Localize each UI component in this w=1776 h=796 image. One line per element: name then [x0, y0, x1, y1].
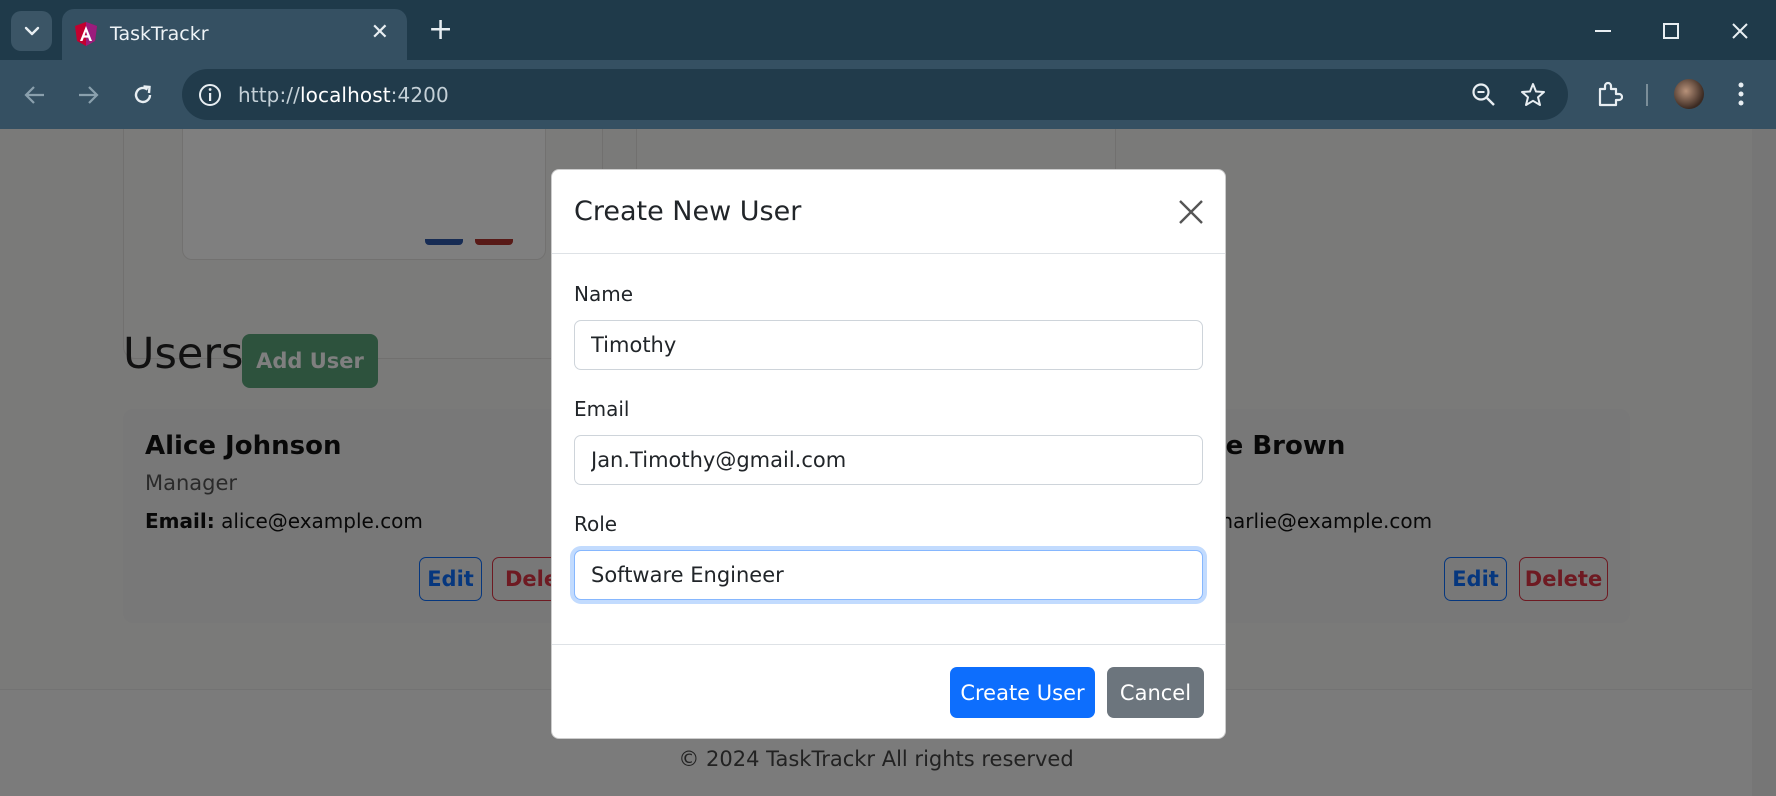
angular-favicon-icon	[75, 22, 97, 46]
back-icon[interactable]	[18, 78, 52, 112]
name-label: Name	[574, 282, 634, 306]
url-host: localhost	[299, 83, 391, 107]
browser-tab[interactable]: TaskTrackr ✕	[62, 9, 407, 60]
create-user-modal: Create New User Name Email Role Create U…	[551, 169, 1226, 739]
close-icon[interactable]	[1175, 196, 1207, 228]
reload-icon[interactable]	[126, 78, 160, 112]
role-label: Role	[574, 512, 618, 536]
extensions-icon[interactable]	[1592, 77, 1626, 111]
tab-search-button[interactable]	[11, 11, 52, 51]
forward-icon[interactable]	[71, 78, 105, 112]
close-window-icon[interactable]	[1720, 14, 1760, 48]
name-input[interactable]	[574, 320, 1203, 370]
email-label: Email	[574, 397, 630, 421]
url-scheme: http://	[238, 83, 300, 107]
browser-tabstrip: TaskTrackr ✕ +	[0, 0, 1776, 60]
modal-footer: Create User Cancel	[552, 644, 1225, 738]
site-info-icon[interactable]	[196, 81, 224, 109]
create-user-button[interactable]: Create User	[950, 667, 1095, 718]
toolbar-divider	[1646, 84, 1648, 106]
address-bar[interactable]: http://localhost:4200	[182, 69, 1568, 120]
close-tab-icon[interactable]: ✕	[371, 21, 389, 43]
browser-toolbar: http://localhost:4200	[0, 60, 1776, 129]
maximize-icon[interactable]	[1651, 14, 1691, 48]
profile-avatar[interactable]	[1674, 79, 1704, 109]
role-input[interactable]	[574, 550, 1203, 600]
url-port: :4200	[390, 83, 449, 107]
bookmark-star-icon[interactable]	[1519, 81, 1547, 109]
cancel-button[interactable]: Cancel	[1107, 667, 1204, 718]
chevron-down-icon	[24, 26, 39, 36]
tab-title: TaskTrackr	[110, 23, 209, 45]
email-input[interactable]	[574, 435, 1203, 485]
minimize-icon[interactable]	[1583, 14, 1623, 48]
url-text[interactable]: http://localhost:4200	[238, 83, 449, 107]
modal-header: Create New User	[552, 170, 1225, 254]
new-tab-icon[interactable]: +	[428, 15, 453, 45]
zoom-icon[interactable]	[1470, 81, 1498, 109]
modal-title: Create New User	[574, 196, 802, 227]
menu-dots-icon[interactable]	[1724, 77, 1758, 111]
